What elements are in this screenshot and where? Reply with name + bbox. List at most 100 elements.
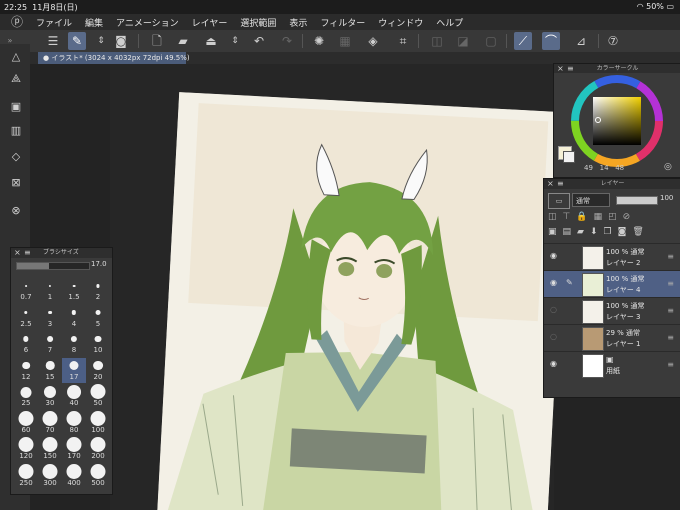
- panel-menu-icon[interactable]: ≡: [24, 248, 31, 258]
- new-raster-layer-icon[interactable]: ▣: [548, 227, 563, 237]
- delete-layer-icon[interactable]: 🗑: [632, 227, 649, 237]
- brush-size-option[interactable]: 300: [38, 463, 62, 489]
- merge-down-icon[interactable]: ⬇: [590, 227, 604, 237]
- redo-icon[interactable]: ↷: [278, 32, 296, 50]
- help-icon[interactable]: ⑦: [604, 32, 622, 50]
- brush-size-option[interactable]: 4: [62, 305, 86, 330]
- menu-view[interactable]: 表示: [289, 16, 307, 29]
- new-file-icon[interactable]: 🗋: [148, 32, 166, 50]
- layer-stack-tool-icon[interactable]: ◇: [9, 150, 23, 164]
- selection-border-icon[interactable]: ▢: [482, 32, 500, 50]
- canvas-area[interactable]: [110, 64, 554, 510]
- visibility-eye-icon[interactable]: ◉: [550, 359, 557, 368]
- move-layer-tool-icon[interactable]: ⟁: [9, 72, 23, 86]
- layer-row[interactable]: ○ 29 % 通常 レイヤー 1 ≡: [544, 324, 680, 351]
- visibility-eye-icon[interactable]: ○: [550, 332, 557, 341]
- menu-help[interactable]: ヘルプ: [436, 16, 463, 29]
- layer-row[interactable]: ○ 100 % 通常 レイヤー 3 ≡: [544, 297, 680, 324]
- updown-arrows-icon-2[interactable]: ⇕: [226, 32, 244, 50]
- brush-size-option[interactable]: 250: [14, 463, 38, 489]
- brush-size-slider[interactable]: [16, 262, 90, 270]
- lock-transparency-icon[interactable]: ▦: [594, 212, 609, 222]
- brush-size-option[interactable]: 10: [86, 331, 110, 356]
- brush-size-option[interactable]: 30: [38, 384, 62, 409]
- brush-size-option[interactable]: 1: [38, 278, 62, 303]
- brush-size-option[interactable]: 8: [62, 331, 86, 356]
- layer-row[interactable]: ◉ 100 % 通常 レイヤー 2 ≡: [544, 243, 680, 270]
- frame-tool-icon[interactable]: ⊠: [9, 176, 23, 190]
- visibility-eye-icon[interactable]: ◉: [550, 278, 557, 287]
- brush-size-option[interactable]: 40: [62, 384, 86, 409]
- brush-size-option[interactable]: 80: [62, 410, 86, 436]
- fill-tool-icon[interactable]: ▣: [9, 100, 23, 114]
- transform-icon[interactable]: ⌗: [394, 32, 412, 50]
- curve-snap-icon[interactable]: ⌒: [542, 32, 560, 50]
- drag-handle-icon[interactable]: ≡: [667, 333, 674, 342]
- menu-window[interactable]: ウィンドウ: [378, 16, 423, 29]
- opacity-slider[interactable]: [616, 196, 658, 205]
- menu-edit[interactable]: 編集: [85, 16, 103, 29]
- drag-handle-icon[interactable]: ≡: [667, 306, 674, 315]
- close-panel-icon[interactable]: ×: [557, 64, 564, 73]
- brush-size-option[interactable]: 25: [14, 384, 38, 409]
- ruler-snap-icon[interactable]: ⟋: [514, 32, 532, 50]
- opacity-value[interactable]: 100: [660, 194, 673, 202]
- brush-size-option[interactable]: 6: [14, 331, 38, 356]
- operation-tool-icon[interactable]: △: [9, 50, 23, 64]
- app-logo-icon[interactable]: ⓟ: [10, 15, 24, 29]
- deselect-icon[interactable]: ◫: [428, 32, 446, 50]
- ruler-icon[interactable]: ⊿: [572, 32, 590, 50]
- brush-size-option[interactable]: 3: [38, 305, 62, 330]
- brush-size-value[interactable]: 17.0: [91, 260, 107, 268]
- brush-size-option[interactable]: 70: [38, 410, 62, 436]
- document-tab[interactable]: ● イラスト* (3024 x 4032px 72dpi 49.5%): [38, 52, 190, 64]
- panel-menu-icon[interactable]: ≡: [557, 179, 564, 189]
- edit-mode-icon[interactable]: ✎: [68, 32, 86, 50]
- layer-row-selected[interactable]: ◉ ✎ 100 % 通常 レイヤー 4 ≡: [544, 270, 680, 297]
- brush-size-option[interactable]: 500: [86, 463, 110, 489]
- brush-size-option[interactable]: 1.5: [62, 278, 86, 303]
- brush-size-option[interactable]: 2: [86, 278, 110, 303]
- visibility-eye-icon[interactable]: ◉: [550, 251, 557, 260]
- sub-color-swatch[interactable]: [563, 151, 575, 163]
- new-vector-layer-icon[interactable]: ▤: [563, 227, 578, 237]
- brush-size-option[interactable]: 100: [86, 410, 110, 436]
- color-mode-icon[interactable]: ◎: [664, 162, 672, 172]
- menu-file[interactable]: ファイル: [36, 16, 72, 29]
- brush-size-option[interactable]: 5: [86, 305, 110, 330]
- new-folder-icon[interactable]: ▰: [577, 227, 590, 237]
- brush-size-option[interactable]: 20: [86, 358, 110, 383]
- brush-size-option[interactable]: 15: [38, 358, 62, 383]
- brush-size-option[interactable]: 120: [14, 437, 38, 462]
- invert-selection-icon[interactable]: ◪: [454, 32, 472, 50]
- brush-size-option[interactable]: 0.7: [14, 278, 38, 303]
- menu-animation[interactable]: アニメーション: [116, 16, 179, 29]
- reference-layer-icon[interactable]: ⊤: [563, 212, 577, 222]
- close-panel-icon[interactable]: ×: [547, 179, 554, 189]
- cloud-sync-icon[interactable]: ◙: [112, 32, 130, 50]
- layer-property-icon[interactable]: ▭: [548, 193, 570, 209]
- brush-size-option[interactable]: 7: [38, 331, 62, 356]
- save-icon[interactable]: ⏏: [202, 32, 220, 50]
- brush-size-option[interactable]: 170: [62, 437, 86, 462]
- layer-mask-icon[interactable]: ◙: [618, 227, 633, 237]
- link-icon[interactable]: ⊘: [623, 212, 637, 222]
- eyedropper-tool-icon[interactable]: ⊗: [9, 204, 23, 218]
- drag-handle-icon[interactable]: ≡: [667, 252, 674, 261]
- brush-size-option[interactable]: 60: [14, 410, 38, 436]
- menu-selection[interactable]: 選択範囲: [240, 16, 276, 29]
- close-panel-icon[interactable]: ×: [14, 248, 21, 258]
- brush-size-option[interactable]: 17: [62, 357, 86, 383]
- brush-size-option[interactable]: 150: [38, 437, 62, 462]
- brush-size-option[interactable]: 50: [86, 384, 110, 409]
- brush-size-option[interactable]: 200: [86, 437, 110, 462]
- canvas-paper[interactable]: [157, 92, 554, 510]
- blend-mode-select[interactable]: 通常: [572, 193, 610, 207]
- drag-handle-icon[interactable]: ≡: [667, 360, 674, 369]
- drag-handle-icon[interactable]: ≡: [667, 279, 674, 288]
- brush-size-option[interactable]: 400: [62, 463, 86, 489]
- visibility-eye-icon[interactable]: ○: [550, 305, 557, 314]
- close-tab-icon[interactable]: ●: [43, 54, 49, 62]
- menu-layer[interactable]: レイヤー: [192, 16, 228, 29]
- expand-toolbar-icon[interactable]: »: [3, 34, 17, 48]
